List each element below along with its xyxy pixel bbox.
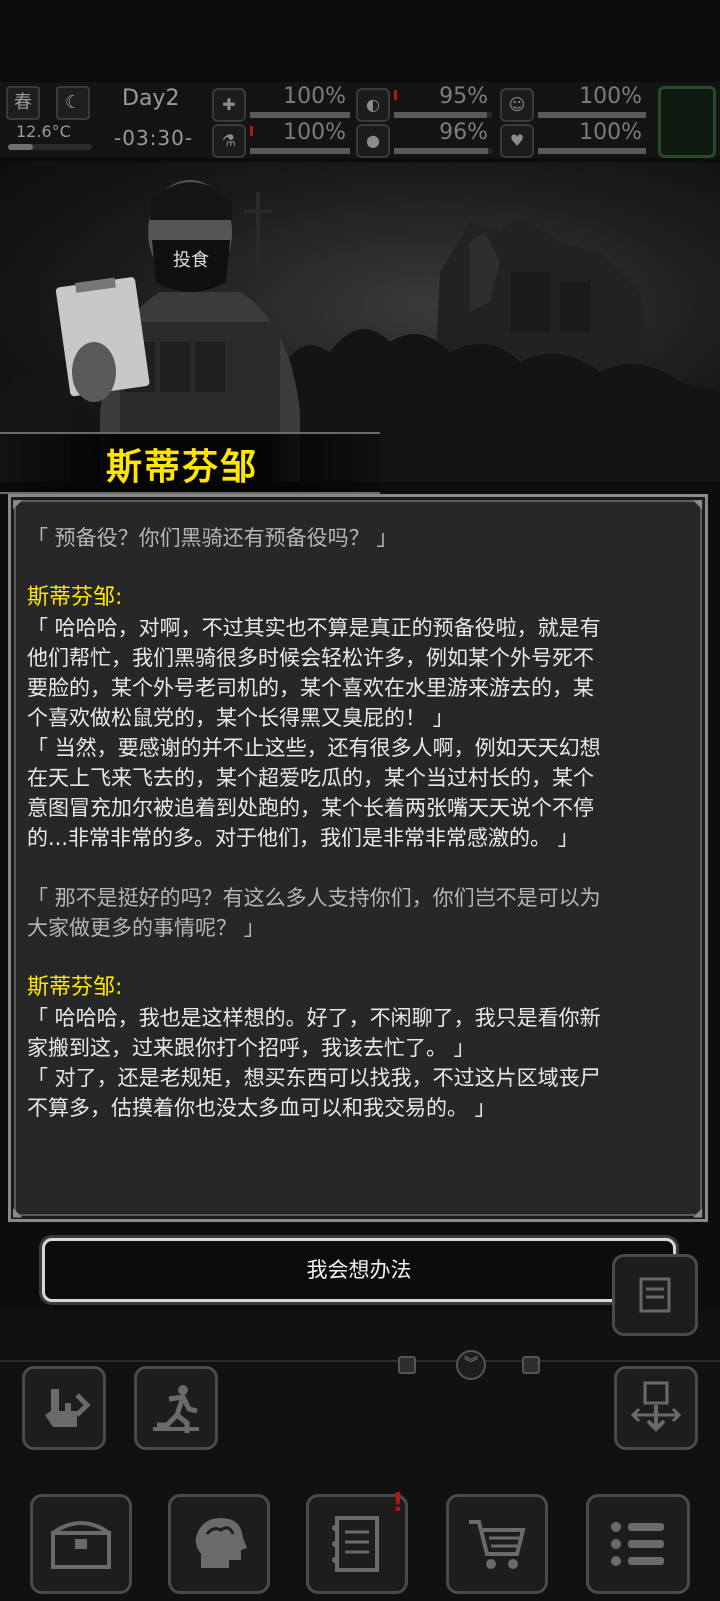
temperature-bar (8, 144, 92, 150)
day-counter: Day2 (122, 86, 180, 111)
npc-line: 「 哈哈哈，我也是这样想的。好了，不闲聊了，我只是看你新 (27, 1006, 601, 1030)
npc-line: 「 对了，还是老规矩，想买东西可以找我，不过这片区域丧尸 (27, 1066, 601, 1090)
season-indicator: 春 (6, 86, 40, 120)
npc-line: 不算多，估摸着你也没太多血可以和我交易的。 」 (27, 1096, 496, 1120)
water-drop-icon: ● (356, 124, 390, 158)
stat-mood-value: 100% (579, 84, 642, 109)
corner-ornament: ◢ (693, 1205, 703, 1219)
dialog-text: 「 预备役？你们黑骑还有预备役吗？ 」 斯蒂芬邹: 「 哈哈哈，对啊，不过其实也… (27, 523, 697, 1123)
player-line: 「 那不是挺好的吗？有这么多人支持你们，你们岂不是可以为 (27, 886, 601, 910)
storage-chest-button[interactable] (30, 1494, 132, 1594)
npc-line: 「 当然，要感谢的并不止这些，还有很多人啊，例如天天幻想 (27, 736, 601, 760)
npc-line: 的...非常非常的多。对于他们，我们是非常非常感激的。 」 (27, 826, 579, 850)
stomach-icon: ◐ (356, 88, 390, 122)
chest-icon (51, 1521, 111, 1569)
speaker-name: 斯蒂芬邹 (106, 447, 259, 488)
npc-line: 意图冒充加尔被追着到处跑的，某个长着两张嘴天天说个不停 (27, 796, 594, 820)
dialog-panel: ◤ ◥ ◣ ◢ 「 预备役？你们黑骑还有预备役吗？ 」 斯蒂芬邹: 「 哈哈哈，… (8, 494, 708, 1222)
status-bar: 春 ☾ 12.6°C Day2 -03:30- ✚ 100% ◐ 95% ☺ 1… (0, 82, 720, 158)
stat-heart-value: 100% (579, 120, 642, 145)
temperature-readout: 12.6°C (16, 122, 71, 141)
npc-line: 他们帮忙，我们黑骑很多时候会轻松许多，例如某个外号死不 (27, 646, 594, 670)
stat-hunger: ◐ 95% (356, 84, 496, 122)
stat-infection-value: 100% (283, 120, 346, 145)
notes-button[interactable] (612, 1254, 698, 1336)
stat-mood: ☺ 100% (500, 84, 650, 122)
stat-thirst: ● 96% (356, 120, 496, 158)
pager-dot (522, 1356, 540, 1374)
corner-ornament: ◥ (693, 497, 703, 511)
moon-icon: ☾ (56, 86, 90, 120)
stat-health-value: 100% (283, 84, 346, 109)
stat-thirst-value: 96% (439, 120, 488, 145)
alert-icon: ! (392, 1488, 404, 1518)
expand-chevron-icon[interactable]: ︾ (456, 1350, 486, 1380)
npc-line: 要脸的，某个外号老司机的，某个喜欢在水里游来游去的，某 (27, 676, 594, 700)
transfer-arrows-icon (630, 1381, 682, 1432)
speaker-name-banner: 斯蒂芬邹 (0, 432, 380, 494)
corner-ornament: ◣ (13, 1205, 23, 1219)
divider (0, 1360, 720, 1362)
npc-line: 个喜欢做松鼠党的，某个长得黑又臭屁的！ 」 (27, 706, 454, 730)
menu-list-icon (611, 1522, 664, 1566)
stat-health: ✚ 100% (212, 84, 354, 122)
brain-head-icon (195, 1518, 247, 1568)
npc-line: 在天上飞来飞去的，某个超爱吃瓜的，某个当过村长的，某个 (27, 766, 594, 790)
stat-infection: ⚗ 100% (212, 120, 354, 158)
stat-heart: ♥ 100% (500, 120, 650, 158)
speaker-label: 斯蒂芬邹: (27, 975, 123, 1000)
medkit-icon: ✚ (212, 88, 246, 122)
game-clock: -03:30- (114, 126, 194, 150)
mask-text: 投食 (173, 250, 209, 271)
shop-button[interactable] (446, 1494, 548, 1594)
player-line: 大家做更多的事情呢？ 」 (27, 916, 265, 940)
reply-option-button[interactable]: 我会想办法 (42, 1238, 676, 1302)
npc-line: 「 哈哈哈，对啊，不过其实也不算是真正的预备役啦，就是有 (27, 616, 601, 640)
skills-button[interactable] (168, 1494, 270, 1594)
npc-line: 家搬到这，过来跟你打个招呼，我该去忙了。 」 (27, 1036, 475, 1060)
notebook-icon (332, 1516, 379, 1572)
stat-hunger-value: 95% (439, 84, 488, 109)
speaker-label: 斯蒂芬邹: (27, 585, 123, 610)
heart-icon: ♥ (500, 124, 534, 158)
transfer-button[interactable] (614, 1366, 698, 1450)
shopping-cart-icon (469, 1520, 526, 1569)
corner-ornament: ◤ (13, 497, 23, 511)
notepad-icon (639, 1277, 671, 1313)
tap-hand-icon (45, 1389, 91, 1427)
face-icon: ☺ (500, 88, 534, 122)
move-button[interactable] (134, 1366, 218, 1450)
menu-button[interactable] (586, 1494, 690, 1594)
running-man-icon (153, 1385, 199, 1433)
interact-button[interactable] (22, 1366, 106, 1450)
flask-icon: ⚗ (212, 124, 246, 158)
equipment-slot[interactable] (658, 86, 716, 158)
player-line: 「 预备役？你们黑骑还有预备役吗？ 」 (27, 526, 398, 550)
pager-dot (398, 1356, 416, 1374)
